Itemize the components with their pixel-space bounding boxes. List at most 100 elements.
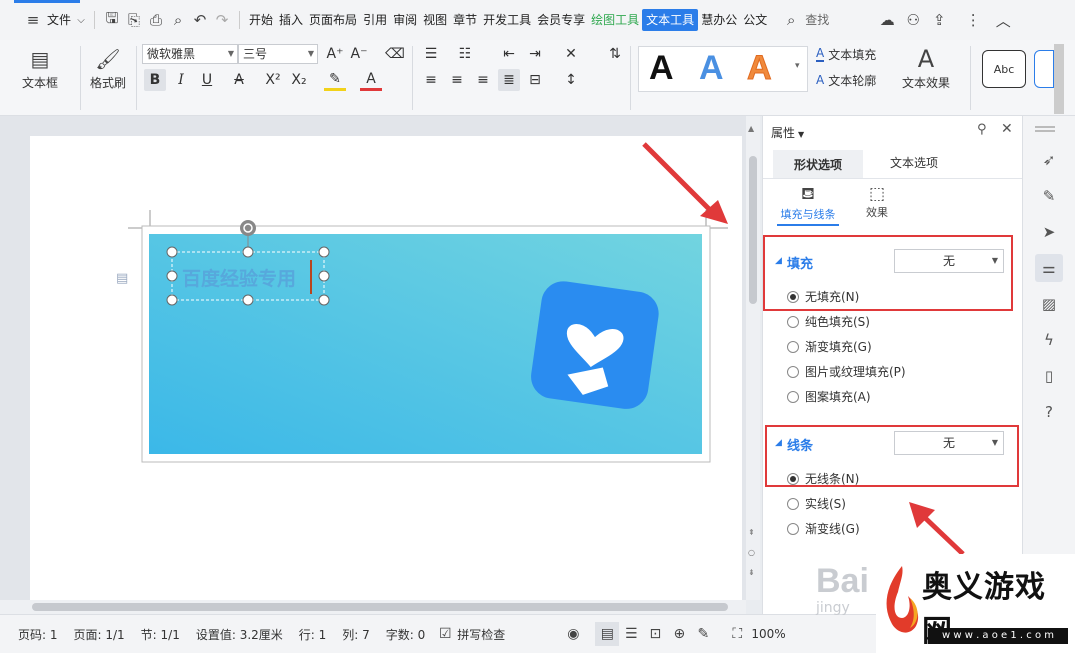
rocket-icon[interactable]: ➶	[1035, 146, 1063, 174]
font-size-select[interactable]: 三号 ▼	[238, 44, 318, 64]
tab-review[interactable]: 审阅	[390, 9, 420, 31]
print-preview-icon[interactable]: ⌕	[167, 9, 189, 31]
tab-home[interactable]: 开始	[246, 9, 276, 31]
resize-handle[interactable]	[242, 246, 254, 258]
shape-style-abc[interactable]: Abc	[982, 50, 1026, 88]
page-view-icon[interactable]: ▤	[595, 622, 620, 646]
book-search-icon[interactable]: ▯	[1035, 362, 1063, 390]
drag-handle-icon[interactable]	[1035, 126, 1055, 128]
status-page-code[interactable]: 页码: 1	[0, 626, 66, 643]
resize-handle[interactable]	[242, 294, 254, 306]
text-fill-button[interactable]: A 文本填充	[816, 43, 896, 65]
next-page-icon[interactable]: ⇟	[748, 568, 755, 577]
paragraph-anchor-icon[interactable]: ▤	[116, 271, 128, 286]
tab-text-tools[interactable]: 文本工具	[642, 9, 699, 31]
redo-icon[interactable]: ↷	[211, 9, 233, 31]
eye-protection-icon[interactable]: ◉	[561, 622, 585, 646]
fill-option-gradient[interactable]: 渐变填充(G)	[787, 338, 872, 355]
bullet-list-icon[interactable]: ☰	[420, 43, 442, 65]
tab-official-doc[interactable]: 公文	[740, 9, 770, 31]
ribbon-scroll[interactable]	[1054, 44, 1064, 114]
image-tools-icon[interactable]: ▨	[1035, 290, 1063, 318]
distribute-icon[interactable]: ⊟	[524, 69, 546, 91]
increase-indent-icon[interactable]: ⇥	[524, 43, 546, 65]
art-style-black[interactable]: A	[649, 49, 674, 88]
select-browse-icon[interactable]: ○	[748, 548, 755, 557]
lightning-icon[interactable]: ϟ	[1035, 326, 1063, 354]
status-page[interactable]: 页面: 1/1	[66, 626, 133, 643]
panel-title[interactable]: 属性 ▼	[771, 124, 804, 141]
pen-icon[interactable]: ✎	[1035, 182, 1063, 210]
fill-option-solid[interactable]: 纯色填充(S)	[787, 313, 870, 330]
subtab-fill-line[interactable]: ⛾ 填充与线条	[777, 184, 839, 226]
status-position[interactable]: 设置值: 3.2厘米	[188, 626, 291, 643]
clear-format-icon[interactable]: ⌫	[384, 43, 406, 65]
align-center-icon[interactable]: ≡	[446, 69, 468, 91]
highlight-icon[interactable]: ✎	[324, 69, 346, 91]
menu-file[interactable]: 文件	[44, 9, 74, 31]
align-left-icon[interactable]: ≡	[420, 69, 442, 91]
tab-references[interactable]: 引用	[360, 9, 390, 31]
justify-icon[interactable]: ≣	[498, 69, 520, 91]
save-icon[interactable]: 🖫	[101, 9, 123, 31]
menu-icon[interactable]: ≡	[22, 9, 44, 31]
horizontal-scrollbar[interactable]	[0, 600, 746, 614]
collapse-ribbon-icon[interactable]: ︿	[992, 9, 1014, 31]
share-icon[interactable]: ⇪	[928, 9, 950, 31]
text-outline-button[interactable]: A 文本轮廓	[816, 69, 896, 91]
fit-page-icon[interactable]: ⛶	[725, 622, 749, 646]
undo-icon[interactable]: ↶	[189, 9, 211, 31]
write-view-icon[interactable]: ✎	[691, 622, 715, 646]
chevron-down-icon[interactable]: ⌵	[74, 9, 88, 31]
tab-member[interactable]: 会员专享	[534, 9, 588, 31]
shrink-font-icon[interactable]: A⁻	[348, 43, 370, 65]
pin-icon[interactable]: ⚲	[977, 122, 987, 137]
subscript-icon[interactable]: X₂	[288, 69, 310, 91]
decrease-indent-icon[interactable]: ⇤	[498, 43, 520, 65]
status-section[interactable]: 节: 1/1	[133, 626, 188, 643]
help-icon[interactable]: ?	[1035, 398, 1063, 426]
strikethrough-icon[interactable]: A	[228, 69, 250, 91]
resize-handle[interactable]	[166, 294, 178, 306]
pointer-icon[interactable]: ➤	[1035, 218, 1063, 246]
status-words[interactable]: 字数: 0	[378, 626, 434, 643]
underline-icon[interactable]: U	[196, 69, 218, 91]
text-style-gallery[interactable]: A A A ▾	[638, 46, 808, 92]
textbox-text[interactable]: 百度经验专用	[182, 267, 296, 290]
art-style-orange[interactable]: A	[747, 49, 773, 88]
tab-text-options[interactable]: 文本选项	[869, 150, 959, 178]
status-spellcheck[interactable]: 拼写检查	[457, 626, 513, 643]
horizontal-scroll-thumb[interactable]	[32, 603, 728, 611]
spellcheck-icon[interactable]: ☑	[433, 622, 457, 646]
fill-option-pattern[interactable]: 图案填充(A)	[787, 388, 871, 405]
export-icon[interactable]: ⎘	[123, 9, 145, 31]
line-option-gradient[interactable]: 渐变线(G)	[787, 520, 860, 537]
text-direction-icon[interactable]: ✕	[560, 43, 582, 65]
close-icon[interactable]: ✕	[1001, 121, 1013, 137]
line-spacing-icon[interactable]: ↕	[560, 69, 582, 91]
grow-font-icon[interactable]: A⁺	[324, 43, 346, 65]
format-painter-button[interactable]: 🖌 格式刷	[90, 44, 126, 91]
tab-shape-options[interactable]: 形状选项	[773, 150, 863, 178]
gallery-more-icon[interactable]: ▾	[795, 61, 800, 71]
properties-icon[interactable]: ⚌	[1035, 254, 1063, 282]
web-view-icon[interactable]: ⊕	[667, 622, 691, 646]
tab-section[interactable]: 章节	[450, 9, 480, 31]
resize-handle[interactable]	[318, 270, 330, 282]
shape-style-next[interactable]	[1034, 50, 1054, 88]
superscript-icon[interactable]: X²	[262, 69, 284, 91]
sort-icon[interactable]: ⇅	[604, 43, 626, 65]
scroll-up-icon[interactable]: ▲	[748, 124, 758, 133]
read-view-icon[interactable]: ⊡	[643, 622, 667, 646]
line-option-solid[interactable]: 实线(S)	[787, 495, 846, 512]
resize-handle[interactable]	[318, 294, 330, 306]
status-row[interactable]: 行: 1	[291, 626, 335, 643]
vertical-scrollbar[interactable]: ▲ ⇞ ○ ⇟	[746, 116, 760, 600]
share-user-icon[interactable]: ⚇	[902, 9, 924, 31]
tab-layout[interactable]: 页面布局	[306, 9, 360, 31]
resize-handle[interactable]	[166, 270, 178, 282]
resize-handle[interactable]	[166, 246, 178, 258]
tab-view[interactable]: 视图	[420, 9, 450, 31]
status-col[interactable]: 列: 7	[334, 626, 378, 643]
status-zoom[interactable]: 100%	[749, 627, 793, 641]
